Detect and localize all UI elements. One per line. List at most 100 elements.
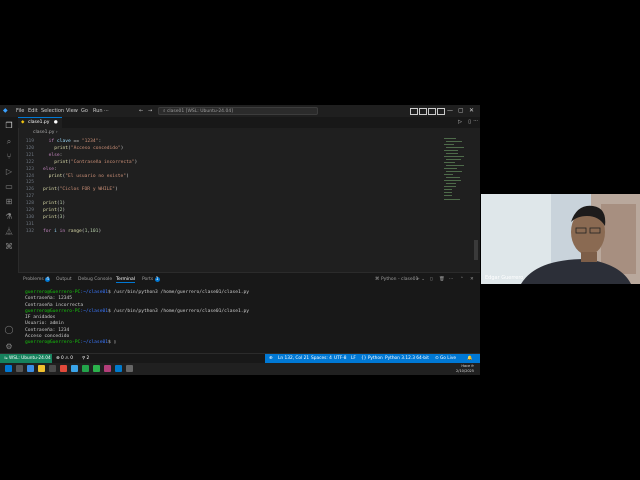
close-button[interactable]: ✕ (469, 107, 474, 114)
edge-icon[interactable] (27, 365, 34, 372)
python-icon[interactable]: ⌘ (4, 242, 14, 252)
tab-output[interactable]: Output (56, 277, 72, 282)
sidebar-toggle-icon[interactable] (428, 108, 436, 115)
editor-scrollbar[interactable] (474, 240, 478, 260)
maximize-button[interactable]: ▢ (458, 107, 464, 114)
go-live-button[interactable]: ⊙ Go Live (435, 354, 456, 363)
terminal-profile[interactable]: ⌘ Python - clase01 (375, 277, 418, 282)
minimize-button[interactable]: — (447, 107, 453, 114)
panel-toggle-icon[interactable] (419, 108, 427, 115)
line-number: 122 (25, 159, 34, 165)
code-editor[interactable]: 119 if clave == "1234": 120 print("Acceso c… (18, 137, 473, 272)
cursor-position[interactable]: Ln 132, Col 21 (278, 354, 309, 363)
forward-arrow-icon[interactable]: → (148, 108, 152, 114)
command-center[interactable]: ⌕ clase01 [WSL: Ubuntu-24.04] (158, 107, 318, 115)
system-tray[interactable]: Hace fr 2/10/2025 (456, 364, 474, 373)
tab-clase1[interactable]: ◆ clase1.py ● (18, 117, 62, 128)
extensions-icon[interactable]: ⊞ (4, 197, 14, 207)
new-terminal-icon[interactable]: + ⌄ (416, 277, 425, 282)
editor-more-icon[interactable]: ··· (473, 118, 478, 124)
whatsapp-icon[interactable] (82, 365, 89, 372)
close-panel-icon[interactable]: ✕ (470, 277, 474, 282)
tab-debug-console[interactable]: Debug Console (78, 277, 112, 282)
remote-explorer-icon[interactable]: ▭ (4, 182, 14, 192)
code-token: ) (134, 159, 138, 165)
terminal-output[interactable]: guerrero@Guerrero-PC:~/clase01$ /usr/bin… (25, 290, 465, 347)
line-number: 128 (25, 201, 34, 207)
breadcrumb-chevron-icon: › (55, 130, 58, 135)
menu-file[interactable]: File (16, 108, 24, 114)
flask-icon[interactable]: ⏅ (4, 227, 14, 237)
line-number: 121 (25, 152, 34, 158)
layout-toggle-icon[interactable] (410, 108, 418, 115)
file-explorer-icon[interactable] (38, 365, 45, 372)
tab-terminal[interactable]: Terminal (116, 277, 136, 283)
files-icon[interactable]: ❐ (4, 121, 14, 131)
code-token: : (59, 152, 63, 158)
ports-badge: 1 (154, 277, 160, 282)
split-terminal-icon[interactable]: ▯ (430, 277, 432, 282)
testing-icon[interactable]: ⚗ (4, 212, 14, 222)
code-line: print("El usuario no existe") (49, 174, 129, 179)
menu-edit[interactable]: Edit (28, 108, 38, 114)
customize-layout-icon[interactable] (437, 108, 445, 115)
code-token: "1234" (81, 139, 99, 144)
tab-problems[interactable]: Problems 4 (23, 277, 51, 282)
line-number: 125 (25, 180, 34, 186)
start-button-icon[interactable] (5, 365, 12, 372)
code-token: print (43, 208, 57, 213)
settings-gear-icon[interactable]: ⚙ (4, 342, 14, 352)
maximize-panel-icon[interactable]: ⌃ (460, 277, 464, 282)
panel-more-icon[interactable]: ··· (449, 277, 453, 282)
line-ending[interactable]: LF (351, 354, 356, 363)
code-token: ) (120, 145, 124, 151)
remote-indicator[interactable]: ⇋ WSL: Ubuntu-24.04 (0, 354, 52, 363)
menu-selection[interactable]: Selection (41, 108, 64, 114)
back-arrow-icon[interactable]: ← (139, 108, 143, 114)
search-icon[interactable]: ⌕ (4, 137, 14, 147)
indentation[interactable]: Spaces: 4 (311, 354, 332, 363)
zoom-icon[interactable]: ⊕ (269, 354, 273, 363)
problems-status[interactable]: ⊗ 0 ⚠ 0 (56, 354, 73, 363)
taskbar-app2-icon[interactable] (104, 365, 111, 372)
code-token: == (70, 139, 82, 144)
encoding[interactable]: UTF-8 (334, 354, 347, 363)
windows-taskbar: Hace fr 2/10/2025 (0, 363, 480, 375)
vscode-logo-icon: ◆ (3, 107, 8, 114)
python-interpreter[interactable]: Python 3.12.3 64-bit (385, 354, 429, 363)
code-token: ) (114, 187, 118, 193)
kill-terminal-icon[interactable]: 🗑 (439, 277, 445, 282)
terminal-taskbar-icon[interactable] (126, 365, 133, 372)
search-taskbar-icon[interactable] (16, 365, 23, 372)
breadcrumb[interactable]: clase1.py › (18, 128, 480, 137)
code-token: ) (62, 208, 66, 213)
menu-run[interactable]: Run (93, 108, 103, 114)
taskbar-app-icon[interactable] (49, 365, 56, 372)
language-mode[interactable]: {} Python (361, 354, 383, 363)
more-menu-icon[interactable]: ··· (104, 108, 109, 114)
menu-go[interactable]: Go (81, 108, 88, 114)
terminal-prompt-line: guerrero@Guerrero-PC:~/clase01$ ▯ (25, 340, 465, 346)
run-file-icon[interactable]: ▷ (458, 119, 462, 125)
code-token: "Contraseña incorrecta" (70, 159, 135, 165)
code-line: print("Acceso concedido") (54, 146, 123, 151)
account-icon[interactable]: ◯ (4, 325, 14, 335)
code-line: print(1) (43, 201, 65, 206)
bottom-panel: Problems 4 Output Debug Console Terminal… (18, 272, 480, 353)
run-debug-icon[interactable]: ▷ (4, 167, 14, 177)
split-editor-icon[interactable]: ▯ (468, 119, 471, 125)
vscode-taskbar-icon[interactable] (115, 365, 122, 372)
code-token: print (43, 187, 57, 193)
chrome-icon[interactable] (60, 365, 67, 372)
prompt-user: guerrero@Guerrero-PC (25, 290, 81, 295)
line-number: 131 (25, 221, 34, 227)
teams-icon[interactable] (71, 365, 78, 372)
breadcrumb-file[interactable]: clase1.py (33, 130, 54, 135)
notifications-icon[interactable]: 🔔 (467, 354, 472, 363)
ports-status[interactable]: ⚲ 2 (82, 354, 89, 363)
menu-view[interactable]: View (66, 108, 78, 114)
source-control-icon[interactable]: ⑂ (4, 152, 14, 162)
tab-ports[interactable]: Ports 1 (142, 277, 160, 282)
spotify-icon[interactable] (93, 365, 100, 372)
minimap[interactable] (444, 137, 470, 207)
